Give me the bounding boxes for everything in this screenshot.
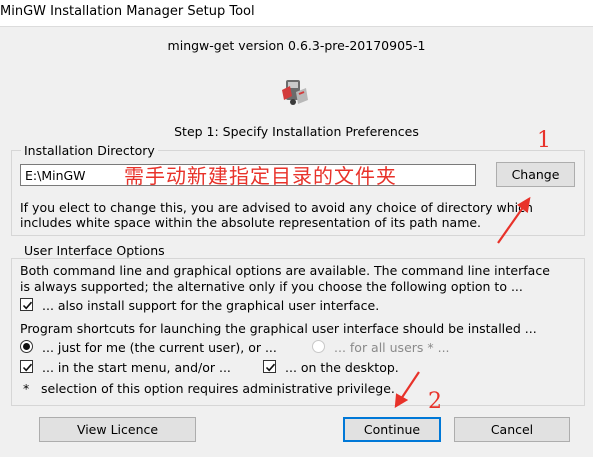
gui-support-label: ... also install support for the graphic… [42, 298, 380, 313]
cancel-button[interactable]: Cancel [454, 417, 570, 442]
user-interface-options-legend: User Interface Options [21, 243, 168, 258]
installation-directory-legend: Installation Directory [21, 143, 158, 158]
annotation-marker-2: 2 [428, 389, 442, 414]
install-dir-note-line1: If you elect to change this, you are adv… [20, 200, 533, 215]
just-for-me-radio[interactable] [20, 340, 33, 353]
start-menu-checkbox[interactable] [20, 360, 33, 373]
install-dir-note-line2: includes white space within the absolute… [20, 215, 482, 230]
ui-desc-line1: Both command line and graphical options … [20, 263, 550, 278]
window-title: MinGW Installation Manager Setup Tool [0, 4, 255, 19]
just-for-me-label: ... just for me (the current user), or .… [42, 340, 277, 355]
mingw-logo-icon [282, 80, 308, 105]
desktop-checkbox[interactable] [263, 360, 276, 373]
desktop-label: ... on the desktop. [285, 360, 399, 375]
step-title: Step 1: Specify Installation Preferences [174, 124, 419, 139]
change-button[interactable]: Change [496, 162, 575, 187]
view-licence-button[interactable]: View Licence [39, 417, 196, 442]
annotation-chinese-note: 需手动新建指定目录的文件夹 [124, 164, 397, 188]
annotation-marker-1: 1 [537, 128, 551, 153]
shortcuts-text: Program shortcuts for launching the grap… [20, 321, 537, 336]
all-users-label: ... for all users * ... [334, 340, 450, 355]
gui-support-checkbox[interactable] [20, 298, 33, 311]
check-icon [265, 363, 276, 372]
admin-privilege-note: selection of this option requires admini… [41, 381, 395, 396]
continue-button[interactable]: Continue [343, 417, 441, 442]
check-icon [22, 363, 33, 372]
version-text: mingw-get version 0.6.3-pre-20170905-1 [167, 38, 426, 53]
footnote-star: * [23, 381, 30, 396]
all-users-radio[interactable] [312, 340, 325, 353]
check-icon [22, 301, 33, 310]
ui-desc-line2: is always supported; the alternative onl… [20, 279, 523, 294]
title-bar: MinGW Installation Manager Setup Tool [0, 0, 593, 27]
start-menu-label: ... in the start menu, and/or ... [42, 360, 231, 375]
